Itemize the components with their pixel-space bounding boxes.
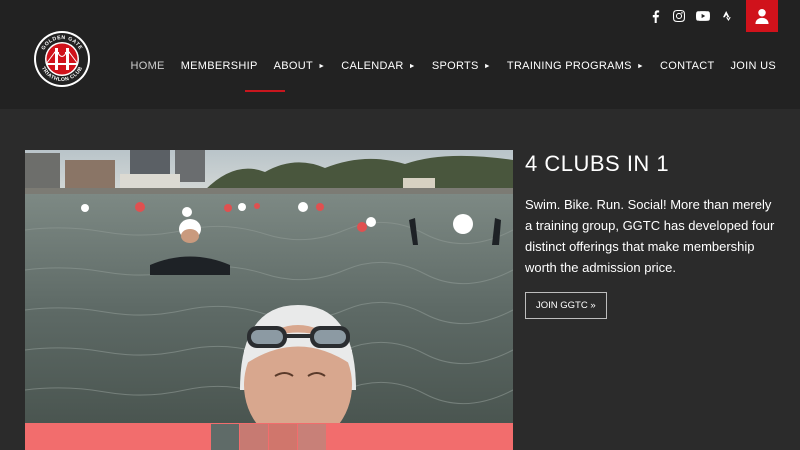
- hero-text: 4 CLUBS IN 1 Swim. Bike. Run. Social! Mo…: [525, 150, 780, 319]
- slide-thumbnail[interactable]: [298, 424, 326, 450]
- caret-right-icon: ►: [483, 62, 491, 70]
- slide-thumbnail[interactable]: [269, 424, 297, 450]
- nav-training-programs[interactable]: TRAINING PROGRAMS ►: [507, 60, 644, 72]
- nav-join-us[interactable]: JOIN US: [731, 60, 777, 72]
- slider-thumbnail-bar: [25, 423, 513, 450]
- nav-membership-label: MEMBERSHIP: [180, 60, 258, 72]
- instagram-icon[interactable]: [668, 0, 690, 32]
- nav-membership[interactable]: MEMBERSHIP: [181, 60, 258, 72]
- slide-thumbnail[interactable]: [211, 424, 239, 450]
- nav-calendar-label: CALENDAR: [341, 60, 404, 72]
- hero-title: 4 CLUBS IN 1: [525, 151, 670, 176]
- site-header: GOLDEN GATE TRIATHLON CLUB HOME MEMBERSH…: [0, 0, 800, 109]
- nav-training-programs-label: TRAINING PROGRAMS: [506, 60, 632, 72]
- social-bar: [642, 0, 800, 32]
- nav-sports-label: SPORTS: [431, 60, 479, 72]
- nav-sports[interactable]: SPORTS ►: [432, 60, 491, 72]
- caret-right-icon: ►: [318, 62, 326, 70]
- slide-thumbnail[interactable]: [240, 424, 268, 450]
- nav-contact[interactable]: CONTACT: [660, 60, 714, 72]
- main-nav: HOME MEMBERSHIP ABOUT ► CALENDAR ► SPORTS ►…: [114, 58, 776, 74]
- caret-right-icon: ►: [408, 62, 416, 70]
- nav-home-label: HOME: [130, 60, 165, 72]
- nav-home[interactable]: HOME: [130, 60, 164, 72]
- club-logo[interactable]: GOLDEN GATE TRIATHLON CLUB: [33, 30, 91, 88]
- strava-icon[interactable]: [716, 0, 738, 32]
- facebook-icon[interactable]: [644, 0, 666, 32]
- active-nav-indicator: [245, 90, 285, 92]
- user-icon: [755, 8, 769, 24]
- hero-body: Swim. Bike. Run. Social! More than merel…: [525, 197, 775, 275]
- nav-join-us-label: JOIN US: [730, 60, 776, 72]
- nav-about[interactable]: ABOUT ►: [274, 60, 326, 72]
- nav-calendar[interactable]: CALENDAR ►: [341, 60, 416, 72]
- nav-contact-label: CONTACT: [660, 60, 715, 72]
- youtube-icon[interactable]: [692, 0, 714, 32]
- join-ggtc-button[interactable]: JOIN GGTC »: [525, 292, 607, 319]
- user-account-button[interactable]: [746, 0, 778, 32]
- caret-right-icon: ►: [636, 62, 645, 70]
- nav-about-label: ABOUT: [273, 60, 314, 72]
- hero-photo: [25, 150, 513, 423]
